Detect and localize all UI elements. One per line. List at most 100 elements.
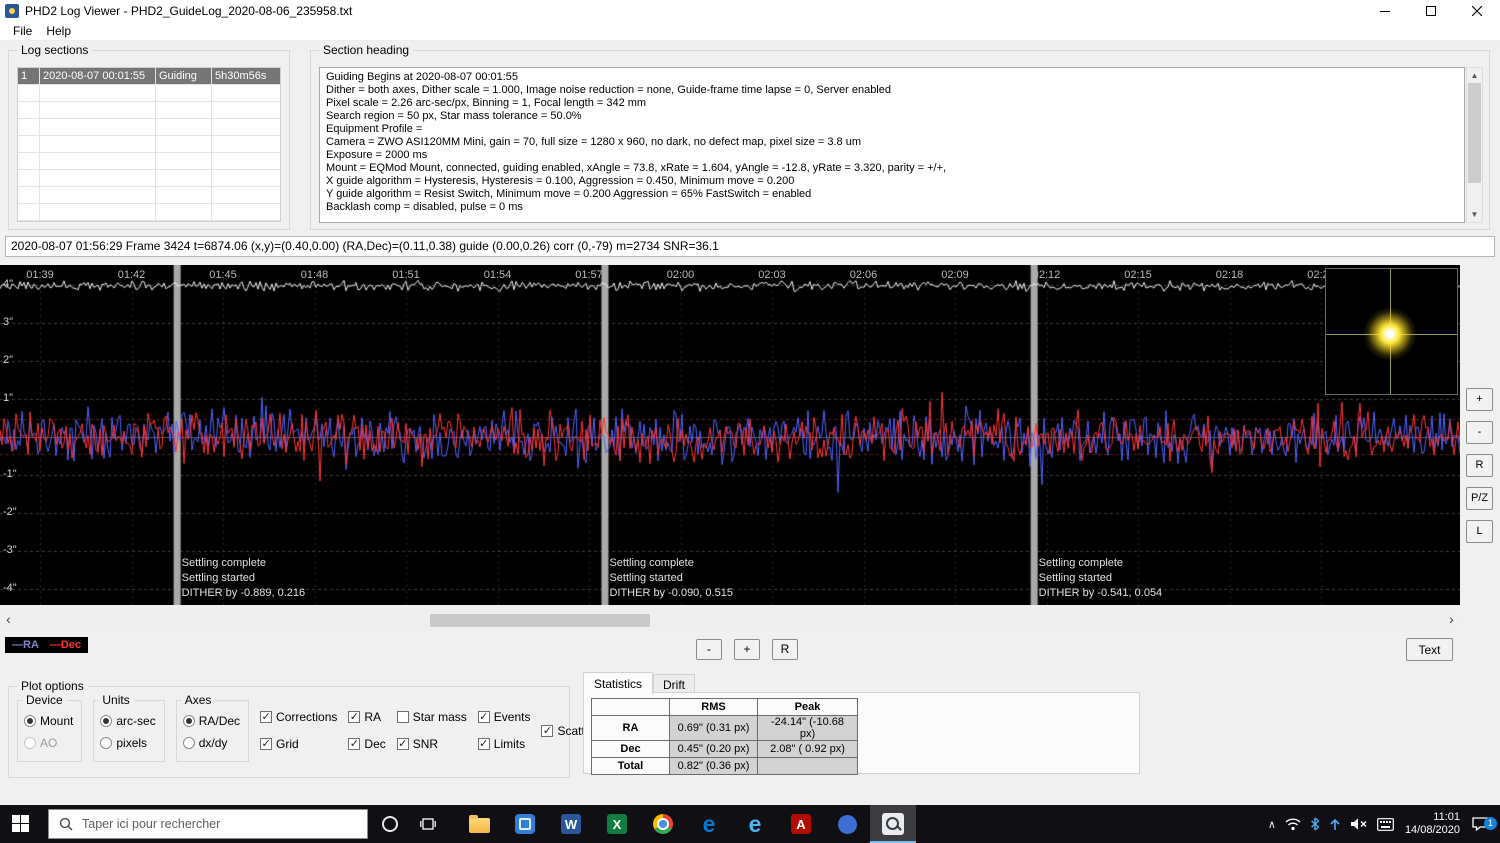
plot-options-group: Plot options DeviceMountAOUnitsarc-secpi… <box>8 686 570 778</box>
log-section-row[interactable] <box>18 204 280 221</box>
log-text-line: Mount = EQMod Mount, connected, guiding … <box>326 162 1464 175</box>
legend-ra: —RA <box>12 639 39 651</box>
windows-logo-icon <box>12 815 29 832</box>
bluetooth-icon[interactable] <box>1310 817 1320 831</box>
checkbox-ra[interactable]: ✓RA <box>348 710 385 724</box>
taskbar-app-excel[interactable]: X <box>594 805 640 843</box>
taskbar-app-blue-app-2[interactable] <box>824 805 870 843</box>
section-heading-text: Guiding Begins at 2020-08-07 00:01:55Dit… <box>319 67 1465 223</box>
safely-remove-icon[interactable] <box>1329 817 1341 831</box>
taskbar: WXeeA ∧ 11:01 14/08/2020 <box>0 805 1500 843</box>
checkbox-grid[interactable]: ✓Grid <box>260 737 337 751</box>
chart-scroll-thumb[interactable] <box>430 614 650 627</box>
title-bar: PHD2 Log Viewer - PHD2_GuideLog_2020-08-… <box>0 0 1500 22</box>
excel-icon: X <box>607 814 627 834</box>
log-section-row[interactable]: 12020-08-07 00:01:55Guiding5h30m56s <box>18 68 280 85</box>
task-view-button[interactable] <box>420 817 436 834</box>
guide-chart-area: 01:3901:4201:4501:4801:5101:5401:5702:00… <box>0 265 1500 605</box>
taskbar-app-file-explorer[interactable] <box>456 805 502 843</box>
trace-legend: —RA—Dec <box>5 637 88 653</box>
maximize-icon <box>1426 6 1436 16</box>
checkbox-dec[interactable]: ✓Dec <box>348 737 385 751</box>
taskbar-app-edge[interactable]: e <box>686 805 732 843</box>
scroll-down-arrow-icon[interactable]: ▼ <box>1467 207 1482 222</box>
radio-pixels[interactable]: pixels <box>100 736 155 750</box>
wifi-icon[interactable] <box>1285 817 1301 831</box>
chart-lock-button[interactable]: L <box>1466 520 1493 543</box>
taskbar-clock[interactable]: 11:01 14/08/2020 <box>1403 811 1462 837</box>
search-input[interactable] <box>82 817 332 831</box>
section-heading-label: Section heading <box>319 43 413 57</box>
taskbar-app-blue-app[interactable] <box>502 805 548 843</box>
radio-ao[interactable]: AO <box>24 736 73 750</box>
minimize-icon <box>1380 6 1390 16</box>
log-section-row[interactable] <box>18 119 280 136</box>
log-section-row[interactable] <box>18 85 280 102</box>
stats-row-dec: Dec0.45" (0.20 px)2.08" ( 0.92 px) <box>592 741 858 758</box>
minimize-button[interactable] <box>1362 0 1408 22</box>
log-section-row[interactable] <box>18 170 280 187</box>
group-device: DeviceMountAO <box>17 700 82 762</box>
menu-help[interactable]: Help <box>39 24 78 38</box>
start-button[interactable] <box>12 815 29 835</box>
close-button[interactable] <box>1454 0 1500 22</box>
vscale-minus-button[interactable]: - <box>696 639 722 660</box>
maximize-button[interactable] <box>1408 0 1454 22</box>
frame-status-text: 2020-08-07 01:56:29 Frame 3424 t=6874.06… <box>11 239 719 253</box>
vscale-plus-button[interactable]: + <box>734 639 760 660</box>
section-scroll-thumb[interactable] <box>1468 83 1481 183</box>
taskbar-app-acrobat[interactable]: A <box>778 805 824 843</box>
chart-reset-button[interactable]: R <box>1466 454 1493 477</box>
chart-pan-zoom-button[interactable]: P/Z <box>1466 487 1493 510</box>
phd2-log-viewer-icon <box>882 813 904 835</box>
vscale-reset-button[interactable]: R <box>772 639 798 660</box>
plot-options-content: DeviceMountAOUnitsarc-secpixelsAxesRA/De… <box>9 687 569 762</box>
log-sections-table: 12020-08-07 00:01:55Guiding5h30m56s <box>17 67 281 222</box>
chart-hscrollbar[interactable]: ‹ › <box>0 612 1460 629</box>
log-text-line: Guiding Begins at 2020-08-07 00:01:55 <box>326 71 1464 84</box>
acrobat-icon: A <box>791 814 811 834</box>
radio-arc-sec[interactable]: arc-sec <box>100 714 155 728</box>
checkbox-star-mass[interactable]: Star mass <box>397 710 467 724</box>
checkbox-limits[interactable]: ✓Limits <box>478 737 531 751</box>
taskbar-app-word[interactable]: W <box>548 805 594 843</box>
touch-keyboard-icon[interactable] <box>1377 818 1394 831</box>
taskbar-app-internet-explorer[interactable]: e <box>732 805 778 843</box>
log-section-row[interactable] <box>18 102 280 119</box>
log-text-line: Equipment Profile = <box>326 123 1464 136</box>
tray-expand-icon[interactable]: ∧ <box>1268 818 1276 831</box>
action-center-button[interactable]: 1 <box>1471 816 1494 832</box>
radio-mount[interactable]: Mount <box>24 714 73 728</box>
scroll-right-arrow-icon[interactable]: › <box>1443 612 1460 629</box>
checkbox-events[interactable]: ✓Events <box>478 710 531 724</box>
menu-file[interactable]: File <box>6 24 39 38</box>
frame-status-bar: 2020-08-07 01:56:29 Frame 3424 t=6874.06… <box>5 236 1495 257</box>
log-text-line: Backlash comp = disabled, pulse = 0 ms <box>326 201 1464 214</box>
log-section-row[interactable] <box>18 136 280 153</box>
log-text-line: Y guide algorithm = Resist Switch, Minim… <box>326 188 1464 201</box>
scroll-left-arrow-icon[interactable]: ‹ <box>0 612 17 629</box>
guide-chart-canvas[interactable] <box>0 265 1460 605</box>
log-section-row[interactable] <box>18 153 280 170</box>
star-profile-inset <box>1325 268 1458 395</box>
clock-date: 14/08/2020 <box>1405 824 1460 837</box>
text-button[interactable]: Text <box>1406 638 1453 661</box>
section-heading-group: Section heading Guiding Begins at 2020-0… <box>310 50 1490 230</box>
checkbox-snr[interactable]: ✓SNR <box>397 737 467 751</box>
cortana-button[interactable] <box>382 816 398 832</box>
log-section-row[interactable] <box>18 187 280 204</box>
chart-side-buttons: + - R P/Z L <box>1466 265 1500 605</box>
chart-zoom-in-button[interactable]: + <box>1466 388 1493 411</box>
chart-zoom-out-button[interactable]: - <box>1466 421 1493 444</box>
group-units: Unitsarc-secpixels <box>93 700 164 762</box>
section-scrollbar[interactable]: ▲ ▼ <box>1466 67 1483 223</box>
volume-muted-icon[interactable] <box>1350 817 1368 831</box>
taskbar-search[interactable] <box>48 809 368 839</box>
tab-statistics[interactable]: Statistics <box>583 672 653 695</box>
checkbox-corrections[interactable]: ✓Corrections <box>260 710 337 724</box>
radio-ra-dec[interactable]: RA/Dec <box>183 714 240 728</box>
taskbar-app-phd2-log-viewer[interactable] <box>870 805 916 843</box>
scroll-up-arrow-icon[interactable]: ▲ <box>1467 68 1482 83</box>
taskbar-app-chrome[interactable] <box>640 805 686 843</box>
radio-dx-dy[interactable]: dx/dy <box>183 736 240 750</box>
